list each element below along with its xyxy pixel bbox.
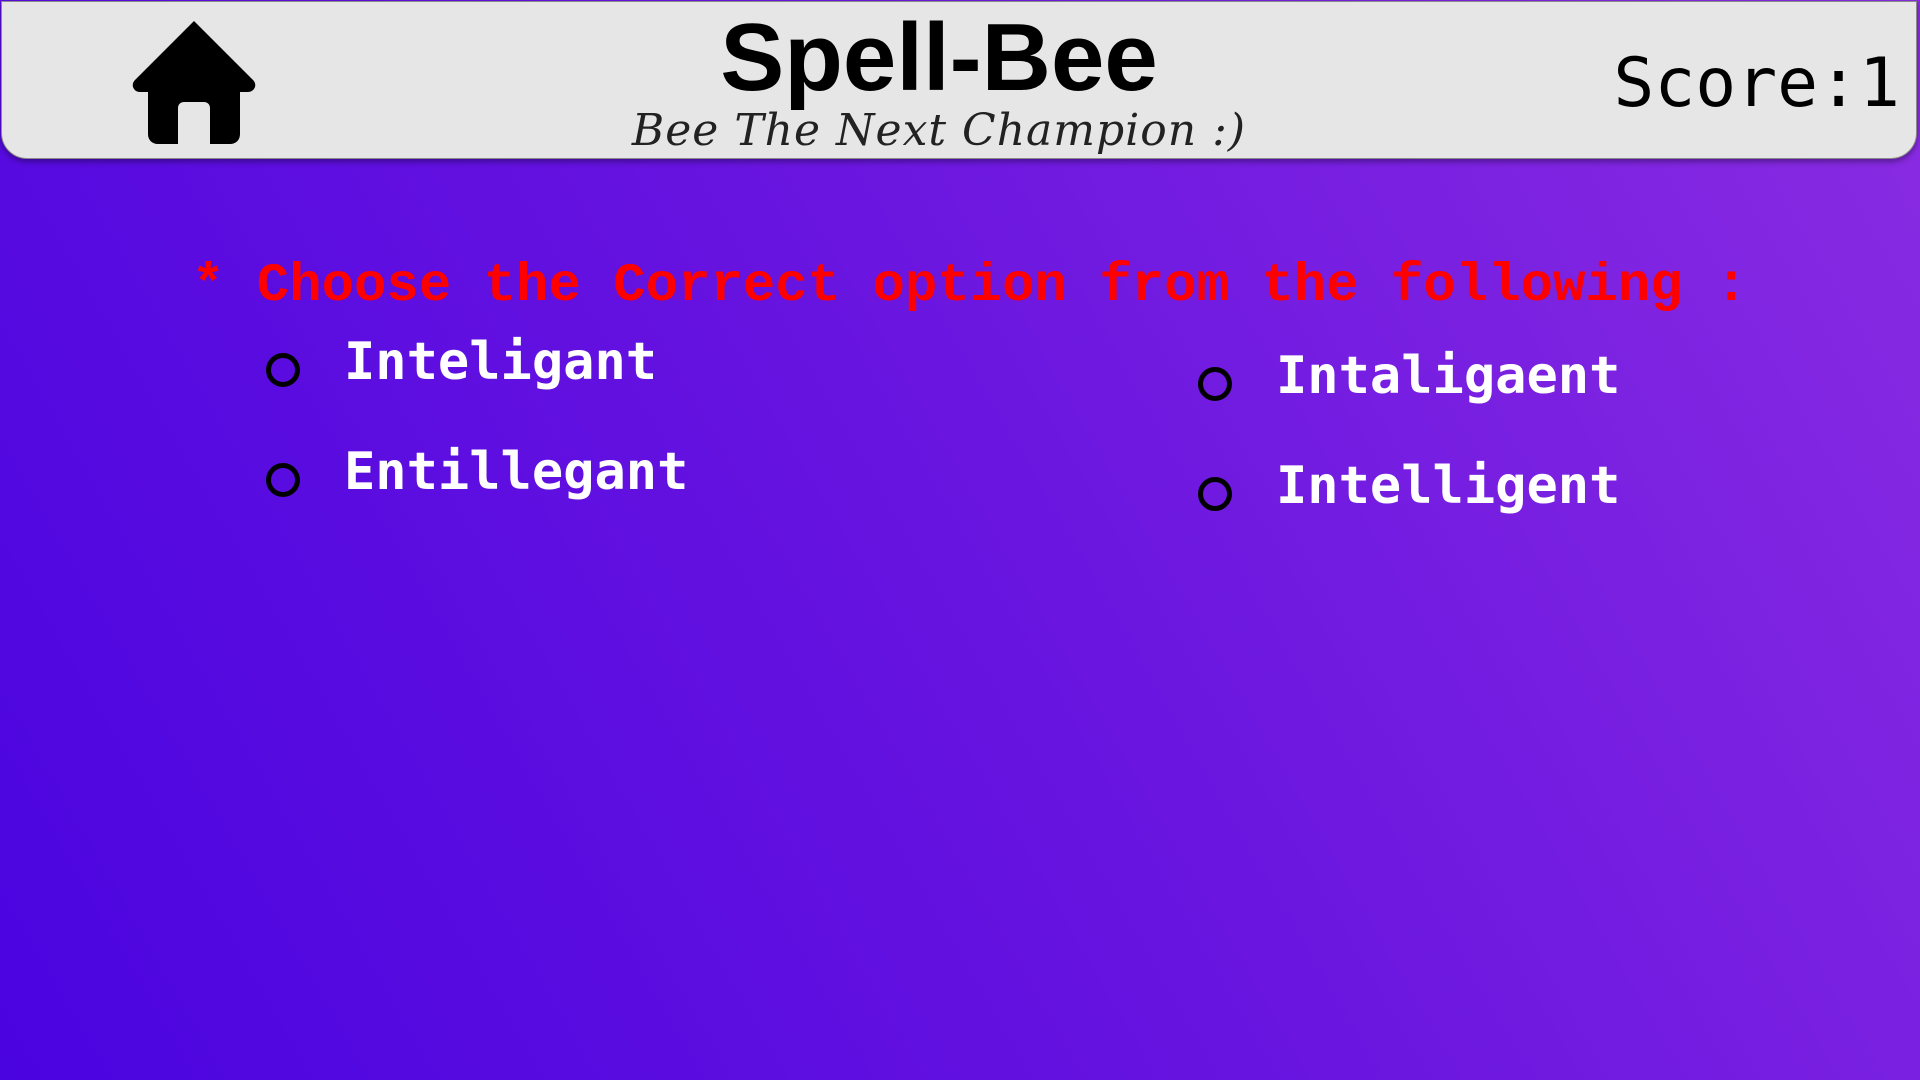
option-label: Inteligant (344, 332, 658, 392)
option-label: Intelligent (1276, 456, 1621, 516)
option-label: Entillegant (344, 442, 689, 502)
option-inteligant[interactable]: Inteligant (266, 330, 657, 394)
option-entillegant[interactable]: Entillegant (266, 440, 688, 504)
header-bar: Spell-Bee Bee The Next Champion :) Score… (1, 1, 1917, 159)
option-label: Intaligaent (1276, 346, 1621, 406)
radio-button[interactable] (266, 463, 300, 497)
option-intaligaent[interactable]: Intaligaent (1198, 344, 1620, 408)
radio-button[interactable] (266, 353, 300, 387)
radio-button[interactable] (1198, 367, 1232, 401)
score-display: Score:1 (1613, 44, 1900, 123)
option-intelligent[interactable]: Intelligent (1198, 454, 1620, 518)
question-instruction: * Choose the Correct option from the fol… (192, 256, 1748, 317)
radio-button[interactable] (1198, 477, 1232, 511)
